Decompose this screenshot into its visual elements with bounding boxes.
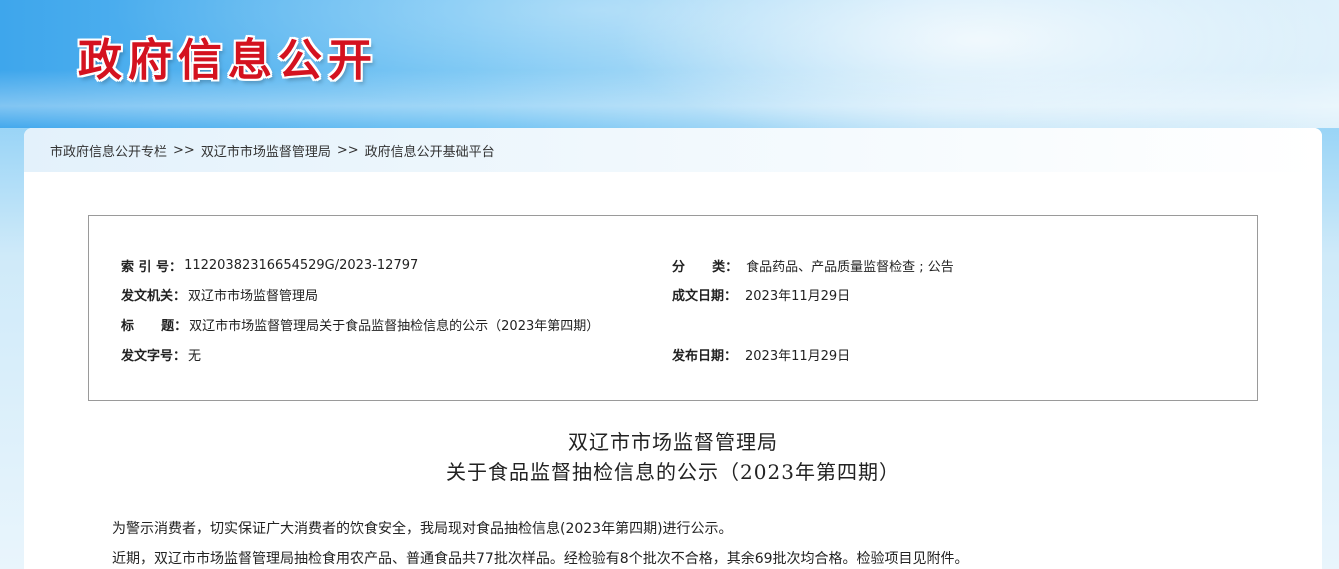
meta-created: 成文日期： 2023年11月29日 — [672, 284, 850, 304]
meta-published-value: 2023年11月29日 — [745, 348, 851, 364]
meta-published-label: 发布日期： — [672, 348, 738, 364]
meta-issuer-value: 双辽市市场监督管理局 — [188, 288, 319, 304]
site-title: 政府信息公开 — [78, 35, 378, 86]
meta-category-value: 食品药品、产品质量监督检查 ; 公告 — [746, 259, 954, 275]
article-paragraph-2: 近期，双辽市市场监督管理局抽检食用农产品、普通食品共77批次样品。经检验有8个批… — [112, 551, 969, 567]
meta-issuer: 发文机关： 双辽市市场监督管理局 — [121, 284, 318, 304]
header-banner: 政府信息公开 — [0, 0, 1339, 130]
meta-category-label: 分 类： — [672, 259, 739, 275]
breadcrumb-link-market-bureau[interactable]: 双辽市市场监督管理局 — [201, 141, 331, 160]
meta-title-label: 标 题： — [121, 318, 188, 334]
breadcrumb-link-platform[interactable]: 政府信息公开基础平台 — [365, 141, 495, 160]
meta-index-label: 索 引 号： — [121, 259, 183, 275]
breadcrumb-link-gov-info-column[interactable]: 市政府信息公开专栏 — [50, 141, 167, 160]
meta-category: 分 类： 食品药品、产品质量监督检查 ; 公告 — [672, 255, 954, 275]
meta-docno-label: 发文字号： — [121, 348, 187, 364]
document-metadata-box: 索 引 号： 11220382316654529G/2023-12797 分 类… — [88, 215, 1258, 401]
meta-created-value: 2023年11月29日 — [745, 288, 851, 304]
meta-index: 索 引 号： 11220382316654529G/2023-12797 — [121, 255, 418, 275]
meta-title-value: 双辽市市场监督管理局关于食品监督抽检信息的公示（2023年第四期） — [189, 318, 600, 334]
article-title-line-2: 关于食品监督抽检信息的公示（2023年第四期） — [446, 460, 900, 484]
meta-published: 发布日期： 2023年11月29日 — [672, 344, 850, 364]
meta-created-label: 成文日期： — [672, 288, 738, 304]
meta-index-value: 11220382316654529G/2023-12797 — [184, 257, 419, 273]
breadcrumb-separator: >> — [173, 142, 195, 158]
meta-issuer-label: 发文机关： — [121, 288, 187, 304]
breadcrumb: 市政府信息公开专栏 >> 双辽市市场监督管理局 >> 政府信息公开基础平台 — [24, 128, 1322, 172]
article-title-line-1: 双辽市市场监督管理局 — [568, 430, 778, 454]
main-panel: 市政府信息公开专栏 >> 双辽市市场监督管理局 >> 政府信息公开基础平台 索 … — [24, 128, 1322, 569]
meta-docno-value: 无 — [188, 348, 202, 364]
article-paragraph-1: 为警示消费者，切实保证广大消费者的饮食安全，我局现对食品抽检信息(2023年第四… — [112, 521, 733, 537]
meta-docno: 发文字号： 无 — [121, 344, 201, 364]
breadcrumb-separator: >> — [336, 142, 359, 158]
meta-title: 标 题： 双辽市市场监督管理局关于食品监督抽检信息的公示（2023年第四期） — [121, 314, 599, 334]
